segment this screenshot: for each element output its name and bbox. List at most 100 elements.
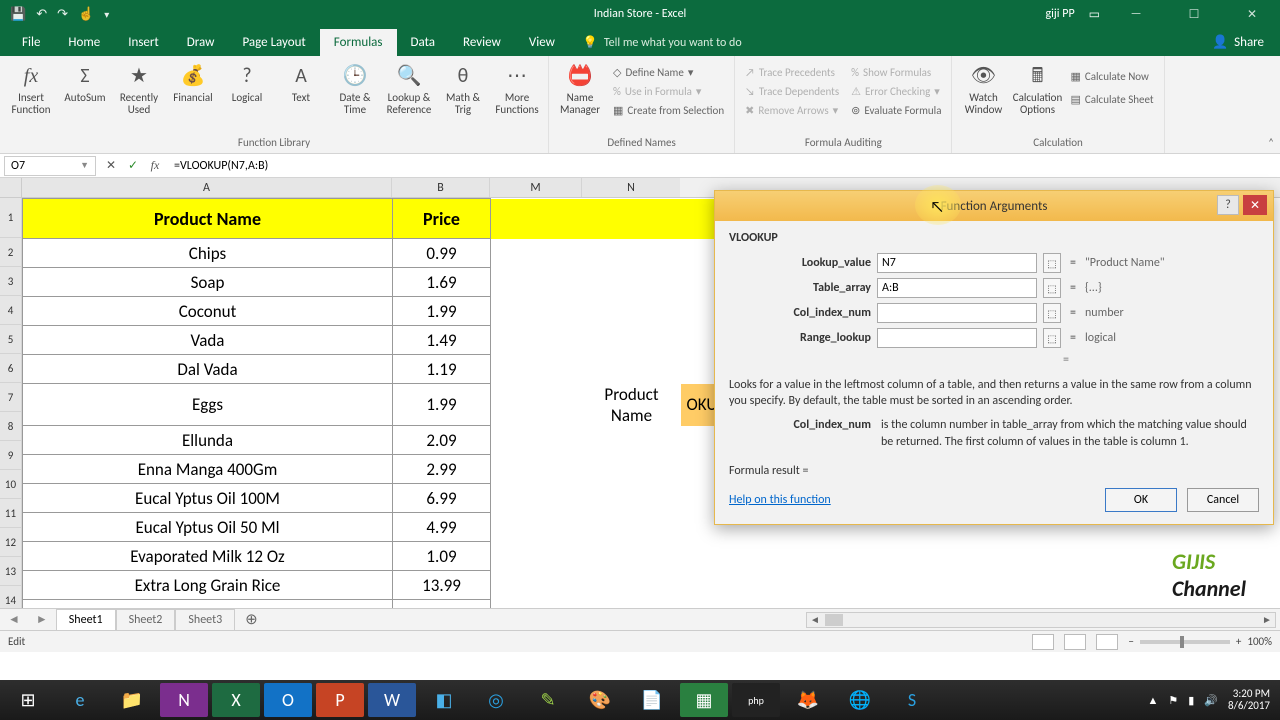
start-button[interactable]: ⊞	[4, 683, 52, 717]
col-header-a[interactable]: A	[22, 178, 392, 197]
taskbar-notepadpp-icon[interactable]: ✎	[524, 683, 572, 717]
minimize-button[interactable]: —	[1114, 0, 1158, 28]
row-header[interactable]: 8	[0, 412, 22, 441]
tab-review[interactable]: Review	[449, 29, 515, 56]
system-tray[interactable]: ▲ ⚑ ▮ 🔊 3:20 PM8/6/2017	[1148, 688, 1276, 712]
arg-input[interactable]	[877, 278, 1037, 298]
cell-product[interactable]: Ellunda	[23, 426, 393, 455]
zoom-control[interactable]: −+ 100%	[1128, 635, 1272, 648]
taskbar-skype-icon[interactable]: S	[888, 683, 936, 717]
row-header[interactable]: 3	[0, 267, 22, 296]
calculate-sheet-button[interactable]: ▤ Calculate Sheet	[1066, 91, 1157, 108]
user-name[interactable]: giji PP	[1046, 7, 1075, 21]
cell-product[interactable]: Eucal Yptus Oil 50 Ml	[23, 513, 393, 542]
close-button[interactable]: ✕	[1230, 0, 1274, 28]
row-header[interactable]: 12	[0, 528, 22, 557]
cell-product[interactable]: Eggs	[23, 384, 393, 426]
tray-network-icon[interactable]: ▮	[1188, 694, 1194, 707]
taskbar-teamviewer-icon[interactable]: ◎	[472, 683, 520, 717]
ribbon-display-icon[interactable]: ▭	[1089, 7, 1100, 22]
row-header[interactable]: 6	[0, 354, 22, 383]
tab-draw[interactable]: Draw	[173, 29, 229, 56]
normal-view-icon[interactable]	[1032, 634, 1054, 650]
cell-product[interactable]: Extra Virgin Oilve Oil 2 Litre	[23, 600, 393, 609]
define-name-button[interactable]: ◇ Define Name ▾	[609, 64, 728, 81]
math-trig-button[interactable]: θMath & Trig	[438, 60, 488, 118]
calculation-options-button[interactable]: 🖩Calculation Options	[1012, 60, 1062, 118]
dialog-close-button[interactable]: ✕	[1243, 195, 1267, 215]
cancel-button[interactable]: Cancel	[1187, 488, 1259, 512]
taskbar-powerpoint-icon[interactable]: P	[316, 683, 364, 717]
taskbar-app-icon[interactable]: ◧	[420, 683, 468, 717]
row-header[interactable]: 1	[0, 198, 22, 238]
cell-price[interactable]: 13.99	[393, 571, 491, 600]
enter-formula-icon[interactable]: ✓	[122, 158, 144, 173]
insert-function-icon[interactable]: fx	[144, 158, 166, 173]
header-price[interactable]: Price	[393, 199, 491, 239]
ok-button[interactable]: OK	[1105, 488, 1177, 512]
tray-flag-icon[interactable]: ⚑	[1168, 694, 1178, 707]
range-picker-icon[interactable]: ⬚	[1043, 303, 1061, 323]
cell-price[interactable]: 4.99	[393, 513, 491, 542]
dialog-titlebar[interactable]: Function Arguments ? ✕	[715, 191, 1273, 221]
cell-price[interactable]: 12.59	[393, 600, 491, 609]
trace-dependents-button[interactable]: ↘ Trace Dependents	[741, 83, 843, 100]
cell-product[interactable]: Dal Vada	[23, 355, 393, 384]
cell-product[interactable]: Extra Long Grain Rice	[23, 571, 393, 600]
cell-price[interactable]: 0.99	[393, 239, 491, 268]
formula-input[interactable]	[166, 156, 1280, 176]
tray-clock[interactable]: 3:20 PM8/6/2017	[1228, 688, 1270, 712]
taskbar-onenote-icon[interactable]: N	[160, 683, 208, 717]
cell-product[interactable]: Vada	[23, 326, 393, 355]
zoom-level[interactable]: 100%	[1247, 635, 1272, 648]
range-picker-icon[interactable]: ⬚	[1043, 278, 1061, 298]
tab-file[interactable]: File	[8, 29, 54, 56]
redo-icon[interactable]: ↷	[57, 7, 68, 22]
cell-price[interactable]: 1.49	[393, 326, 491, 355]
calculate-now-button[interactable]: ▦ Calculate Now	[1066, 68, 1157, 85]
cell-price[interactable]: 1.19	[393, 355, 491, 384]
tab-home[interactable]: Home	[54, 29, 114, 56]
row-header[interactable]: 7	[0, 383, 22, 412]
tab-page-layout[interactable]: Page Layout	[228, 29, 319, 56]
range-picker-icon[interactable]: ⬚	[1043, 253, 1061, 273]
taskbar-word-icon[interactable]: W	[368, 683, 416, 717]
cell-product[interactable]: Enna Manga 400Gm	[23, 455, 393, 484]
cell-product[interactable]: Eucal Yptus Oil 100M	[23, 484, 393, 513]
tray-up-icon[interactable]: ▲	[1148, 694, 1159, 707]
error-checking-button[interactable]: ⚠ Error Checking ▾	[847, 83, 945, 100]
qat-more-icon[interactable]: ▾	[104, 8, 109, 21]
taskbar-chrome-icon[interactable]: 🌐	[836, 683, 884, 717]
sheet-tab-2[interactable]: Sheet2	[116, 609, 176, 630]
financial-button[interactable]: 💰Financial	[168, 60, 218, 118]
sheet-tab-1[interactable]: Sheet1	[56, 609, 116, 630]
row-header[interactable]: 11	[0, 499, 22, 528]
more-functions-button[interactable]: ⋯More Functions	[492, 60, 542, 118]
select-all-button[interactable]	[0, 178, 22, 198]
row-header[interactable]: 13	[0, 557, 22, 586]
save-icon[interactable]: 💾	[10, 7, 26, 22]
tab-formulas[interactable]: Formulas	[320, 29, 397, 56]
taskbar-notepad-icon[interactable]: 📄	[628, 683, 676, 717]
taskbar-firefox-icon[interactable]: 🦊	[784, 683, 832, 717]
col-header-b[interactable]: B	[392, 178, 490, 197]
add-sheet-button[interactable]: ⊕	[235, 610, 268, 629]
autosum-button[interactable]: ΣAutoSum	[60, 60, 110, 118]
tab-view[interactable]: View	[515, 29, 569, 56]
col-header-m[interactable]: M	[490, 178, 582, 197]
row-header[interactable]: 5	[0, 325, 22, 354]
trace-precedents-button[interactable]: ↗ Trace Precedents	[741, 64, 843, 81]
page-break-view-icon[interactable]	[1096, 634, 1118, 650]
share-button[interactable]: 👤 Share	[1196, 29, 1280, 56]
cell-product[interactable]: Chips	[23, 239, 393, 268]
insert-function-button[interactable]: fxInsert Function	[6, 60, 56, 118]
sheet-nav-next[interactable]: ►	[28, 612, 56, 627]
cell-price[interactable]: 6.99	[393, 484, 491, 513]
taskbar-calc-icon[interactable]: ▦	[680, 683, 728, 717]
help-link[interactable]: Help on this function	[729, 493, 831, 507]
create-from-selection-button[interactable]: ▦ Create from Selection	[609, 102, 728, 119]
tab-insert[interactable]: Insert	[114, 29, 173, 56]
row-header[interactable]: 2	[0, 238, 22, 267]
text-button[interactable]: AText	[276, 60, 326, 118]
tell-me[interactable]: 💡 Tell me what you want to do	[583, 35, 742, 56]
